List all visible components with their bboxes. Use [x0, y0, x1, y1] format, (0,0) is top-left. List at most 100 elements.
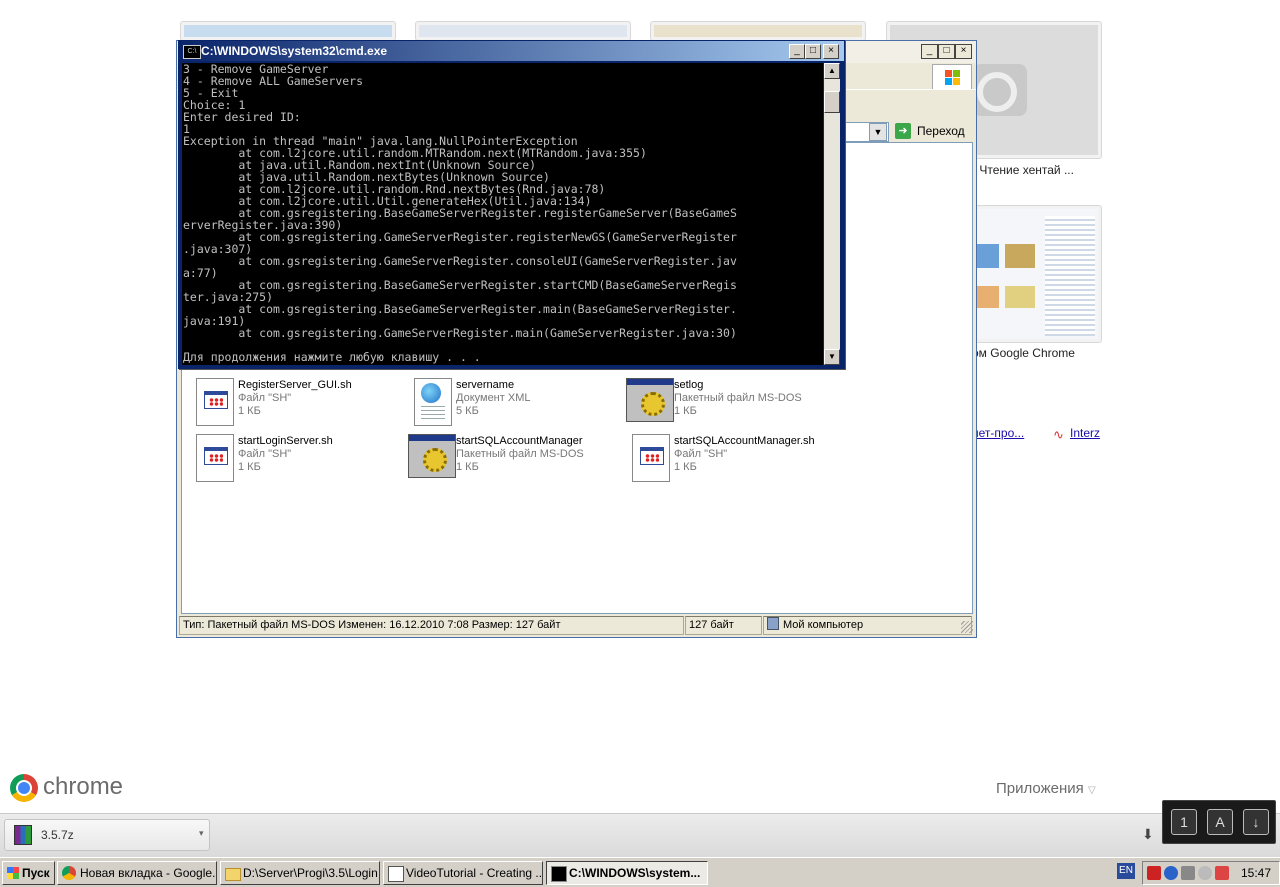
most-visited-thumbnail-2[interactable]	[415, 21, 631, 41]
sh-file-icon	[190, 432, 234, 482]
file-item[interactable]: startSQLAccountManager Пакетный файл MS-…	[408, 432, 618, 484]
console-line: Enter desired ID:	[183, 110, 301, 124]
file-size: 1 КБ	[238, 461, 261, 473]
toolbar-button-a[interactable]: A	[1207, 809, 1233, 835]
file-name: startSQLAccountManager	[456, 435, 583, 447]
file-item[interactable]: setlog Пакетный файл MS-DOS 1 КБ	[626, 376, 836, 428]
taskbar-item-chrome[interactable]: Новая вкладка - Google...	[57, 861, 217, 885]
recently-closed-link-1[interactable]: нет-про...	[972, 426, 1024, 440]
most-visited-thumbnail-1[interactable]	[180, 21, 396, 41]
windows-logo-icon	[932, 64, 972, 90]
file-type: Файл "SH"	[238, 448, 292, 460]
cmd-scrollbar[interactable]: ▲ ▼	[824, 63, 840, 365]
tray-network-icon[interactable]	[1164, 866, 1178, 880]
file-size: 1 КБ	[238, 405, 261, 417]
floating-toolbar: 1 A ↓	[1162, 800, 1276, 844]
toolbar-button-download[interactable]: ↓	[1243, 809, 1269, 835]
cmd-icon	[551, 866, 567, 882]
scroll-thumb[interactable]	[824, 91, 840, 113]
thumb-tile-a	[975, 244, 999, 268]
file-item[interactable]: startSQLAccountManager.sh Файл "SH" 1 КБ	[626, 432, 836, 484]
recently-closed-link-2[interactable]: Interz	[1070, 426, 1100, 440]
winrar-archive-icon	[14, 825, 32, 845]
status-location-label: Мой компьютер	[783, 619, 864, 631]
cmd-minimize-button[interactable]: _	[789, 44, 805, 59]
taskbar-item-label: C:\WINDOWS\system...	[569, 866, 701, 880]
cmd-icon: C:\	[183, 45, 201, 59]
tray-app-icon[interactable]	[1147, 866, 1161, 880]
taskbar-item-document[interactable]: VideoTutorial - Creating ...	[383, 861, 543, 885]
scroll-up-icon[interactable]: ▲	[824, 63, 840, 79]
taskbar-item-label: D:\Server\Progi\3.5\Login	[243, 866, 378, 880]
thumb-tile-d	[1005, 286, 1035, 308]
chrome-icon	[62, 866, 76, 880]
close-button[interactable]: ×	[955, 44, 972, 59]
console-line: at com.gsregistering.GameServerRegister.…	[183, 230, 737, 244]
most-visited-thumbnail-3[interactable]	[650, 21, 866, 41]
minimize-button[interactable]: _	[921, 44, 938, 59]
thumbnail-caption-8[interactable]: ом Google Chrome	[972, 346, 1075, 360]
thumbnail-caption-4[interactable]: - Чтение хентай ...	[972, 163, 1074, 177]
go-button-label: Переход	[917, 124, 965, 138]
status-location: Мой компьютер	[763, 616, 972, 635]
tray-volume-icon[interactable]	[1181, 866, 1195, 880]
scroll-down-icon[interactable]: ▼	[824, 349, 840, 365]
file-item[interactable]: startLoginServer.sh Файл "SH" 1 КБ	[190, 432, 400, 484]
clock[interactable]: 15:47	[1241, 866, 1271, 880]
status-size: 127 байт	[685, 616, 762, 635]
console-output[interactable]: 3 - Remove GameServer 4 - Remove ALL Game…	[182, 63, 823, 365]
taskbar-item-label: Новая вкладка - Google...	[80, 866, 217, 880]
download-item[interactable]: 3.5.7z ▾	[4, 819, 210, 851]
batch-file-icon	[626, 376, 674, 424]
show-all-downloads-icon[interactable]: ⬇	[1142, 826, 1154, 843]
file-name: startSQLAccountManager.sh	[674, 435, 815, 447]
start-button[interactable]: Пуск	[2, 861, 55, 885]
interz-icon: ∿	[1053, 427, 1064, 442]
console-line: Для продолжения нажмите любую клавишу . …	[183, 350, 481, 364]
thumb-sidebar	[1045, 216, 1095, 336]
chrome-logo-icon	[10, 774, 38, 802]
maximize-button[interactable]: □	[938, 44, 955, 59]
thumb-tile-b	[1005, 244, 1035, 268]
apps-link[interactable]: Приложения ▽	[996, 780, 1096, 797]
batch-file-icon	[408, 432, 456, 480]
placeholder-ring	[977, 72, 1017, 112]
windows-flag-icon	[7, 867, 19, 879]
file-size: 1 КБ	[674, 405, 697, 417]
tray-agent-icon[interactable]	[1198, 866, 1212, 880]
file-type: Файл "SH"	[674, 448, 728, 460]
tray-mute-icon[interactable]	[1215, 866, 1229, 880]
file-name: setlog	[674, 379, 704, 391]
taskbar: Пуск Новая вкладка - Google... D:\Server…	[0, 857, 1280, 887]
file-name: startLoginServer.sh	[238, 435, 333, 447]
resize-grip-icon[interactable]	[961, 621, 973, 633]
address-dropdown-button[interactable]: ▼	[869, 123, 887, 141]
download-menu-chevron-icon[interactable]: ▾	[199, 828, 204, 839]
file-type: Документ XML	[456, 392, 531, 404]
file-size: 1 КБ	[456, 461, 479, 473]
file-item[interactable]: servername Документ XML 5 КБ	[408, 376, 618, 428]
file-item[interactable]: RegisterServer_GUI.sh Файл "SH" 1 КБ	[190, 376, 400, 428]
language-indicator[interactable]: EN	[1117, 863, 1135, 879]
console-line: at com.gsregistering.BaseGameServerRegis…	[183, 302, 737, 316]
cmd-maximize-button[interactable]: □	[805, 44, 821, 59]
taskbar-item-label: VideoTutorial - Creating ...	[406, 866, 543, 880]
taskbar-item-folder[interactable]: D:\Server\Progi\3.5\Login	[220, 861, 380, 885]
chevron-down-icon: ▽	[1087, 785, 1096, 796]
system-tray: 15:47	[1142, 861, 1280, 885]
sh-file-icon	[626, 432, 670, 482]
console-line: at com.gsregistering.GameServerRegister.…	[183, 326, 737, 340]
file-type: Пакетный файл MS-DOS	[456, 448, 584, 460]
taskbar-item-cmd[interactable]: C:\WINDOWS\system...	[546, 861, 708, 885]
go-button[interactable]: ➜ Переход	[893, 121, 971, 141]
thumb-tile-c	[975, 286, 999, 308]
toolbar-button-1[interactable]: 1	[1171, 809, 1197, 835]
document-icon	[388, 866, 404, 882]
cmd-titlebar[interactable]: C:\ C:\WINDOWS\system32\cmd.exe _ □ ×	[179, 41, 844, 61]
cmd-close-button[interactable]: ×	[823, 44, 839, 59]
folder-icon	[225, 868, 241, 881]
go-arrow-icon: ➜	[895, 123, 911, 139]
file-name: servername	[456, 379, 515, 391]
cmd-title: C:\WINDOWS\system32\cmd.exe	[201, 44, 388, 58]
file-name: RegisterServer_GUI.sh	[238, 379, 352, 391]
